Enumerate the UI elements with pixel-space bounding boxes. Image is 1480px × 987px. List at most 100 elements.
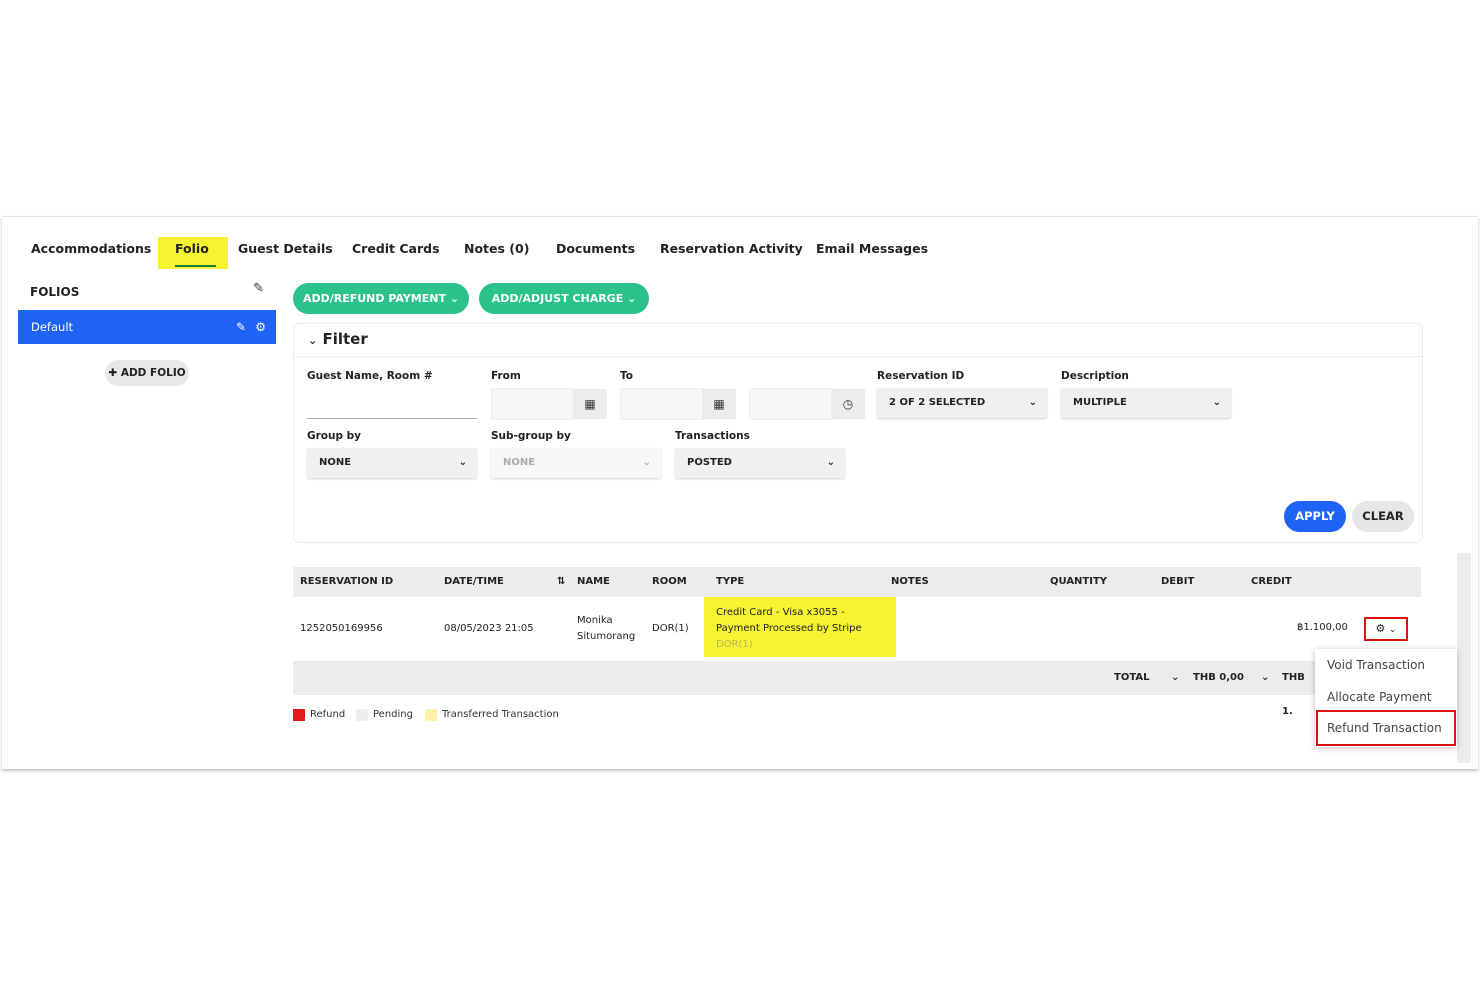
cell-reservation-id: 1252050169956 xyxy=(300,623,383,634)
filter-toggle[interactable]: ⌄ Filter xyxy=(308,330,368,348)
legend-label-refund: Refund xyxy=(310,709,346,720)
active-tab-indicator xyxy=(175,265,216,267)
sort-icon[interactable]: ⇅ xyxy=(557,567,565,597)
apply-button[interactable]: APPLY xyxy=(1284,501,1346,532)
add-refund-payment-label: ADD/REFUND PAYMENT xyxy=(302,292,446,305)
transactions-table-header: RESERVATION ID DATE/TIME ⇅ NAME ROOM TYP… xyxy=(293,567,1421,597)
cell-name-last: Situmorang xyxy=(577,631,636,642)
legend-swatch-refund xyxy=(293,709,305,721)
tab-accommodations[interactable]: Accommodations xyxy=(31,241,151,256)
tab-credit-cards[interactable]: Credit Cards xyxy=(352,241,440,256)
col-debit[interactable]: DEBIT xyxy=(1161,567,1194,597)
transactions-value: POSTED xyxy=(687,457,732,468)
reservation-id-value: 2 OF 2 SELECTED xyxy=(889,397,986,408)
guest-name-label: Guest Name, Room # xyxy=(307,370,433,382)
tab-notes[interactable]: Notes (0) xyxy=(464,241,529,256)
filter-panel: ⌄ Filter Guest Name, Room # From ▦ To ▦ … xyxy=(293,323,1423,543)
description-value: MULTIPLE xyxy=(1073,397,1127,408)
chevron-down-icon: ⌄ xyxy=(1212,397,1221,408)
to-label: To xyxy=(620,370,633,382)
clear-button[interactable]: CLEAR xyxy=(1352,501,1414,532)
guest-name-input[interactable] xyxy=(307,388,477,419)
chevron-down-icon: ⌄ xyxy=(458,457,467,468)
vertical-scrollbar[interactable] xyxy=(1457,553,1471,763)
edit-folio-pencil-icon[interactable]: ✎ xyxy=(236,310,246,344)
tab-folio[interactable]: Folio xyxy=(175,241,209,256)
col-name[interactable]: NAME xyxy=(577,567,610,597)
edit-folios-pencil-icon[interactable]: ✎ xyxy=(253,281,264,296)
legend-label-pending: Pending xyxy=(373,709,413,720)
cell-name-first: Monika xyxy=(577,615,613,626)
gear-icon: ⚙ xyxy=(1375,622,1386,635)
transactions-select[interactable]: POSTED ⌄ xyxy=(675,448,845,478)
to-date-input[interactable] xyxy=(620,388,704,420)
tab-documents[interactable]: Documents xyxy=(556,241,635,256)
totals-row: TOTAL ⌄ THB 0,00 ⌄ THB 1. xyxy=(293,661,1317,717)
add-folio-label: ADD FOLIO xyxy=(120,367,186,379)
add-refund-payment-button[interactable]: ADD/REFUND PAYMENT ⌄ xyxy=(293,283,469,314)
col-quantity[interactable]: QUANTITY xyxy=(1050,567,1107,597)
legend-label-transferred: Transferred Transaction xyxy=(442,709,559,720)
folio-item-default[interactable]: Default ✎ ⚙ xyxy=(18,310,276,344)
row-actions-button[interactable]: ⚙ ⌄ xyxy=(1364,617,1408,641)
tab-guest-details[interactable]: Guest Details xyxy=(238,241,333,256)
chevron-down-icon: ⌄ xyxy=(642,457,651,468)
transactions-label: Transactions xyxy=(675,430,750,442)
col-reservation-id[interactable]: RESERVATION ID xyxy=(300,567,393,597)
from-date-input[interactable] xyxy=(491,388,575,420)
tab-email-messages[interactable]: Email Messages xyxy=(816,241,928,256)
add-folio-button[interactable]: ✚ ADD FOLIO xyxy=(105,360,189,386)
calendar-icon[interactable]: ▦ xyxy=(573,389,607,419)
add-adjust-charge-label: ADD/ADJUST CHARGE xyxy=(491,292,624,305)
row-actions-menu: Void Transaction Allocate Payment Refund… xyxy=(1315,649,1457,747)
reservation-id-label: Reservation ID xyxy=(877,370,965,382)
calendar-icon[interactable]: ▦ xyxy=(702,389,736,419)
legend-swatch-transferred xyxy=(425,709,437,721)
chevron-down-icon[interactable]: ⌄ xyxy=(1171,661,1179,695)
filter-title: Filter xyxy=(322,330,368,348)
folio-item-label: Default xyxy=(31,320,74,334)
subgroup-by-label: Sub-group by xyxy=(491,430,571,442)
chevron-down-icon: ⌄ xyxy=(449,292,460,305)
folio-settings-gear-icon[interactable]: ⚙ xyxy=(255,310,266,344)
total-debit: THB 0,00 xyxy=(1193,672,1244,683)
reservation-id-select[interactable]: 2 OF 2 SELECTED ⌄ xyxy=(877,388,1047,418)
group-by-select[interactable]: NONE ⌄ xyxy=(307,448,477,478)
chevron-down-icon: ⌄ xyxy=(627,292,637,305)
cell-credit: ฿1.100,00 xyxy=(1297,622,1348,633)
description-label: Description xyxy=(1061,370,1129,382)
menu-item-refund-transaction[interactable]: Refund Transaction xyxy=(1327,721,1442,735)
group-by-label: Group by xyxy=(307,430,362,442)
table-row: 1252050169956 08/05/2023 21:05 Monika Si… xyxy=(293,597,1421,659)
col-type[interactable]: TYPE xyxy=(716,567,744,597)
legend-swatch-pending xyxy=(356,709,368,721)
chevron-down-icon: ⌄ xyxy=(1388,625,1397,635)
chevron-down-icon: ⌄ xyxy=(1028,397,1037,408)
col-datetime[interactable]: DATE/TIME xyxy=(444,567,504,597)
to-time-input[interactable] xyxy=(749,388,833,420)
from-label: From xyxy=(491,370,521,382)
chevron-down-icon[interactable]: ⌄ xyxy=(1261,661,1269,695)
col-notes[interactable]: NOTES xyxy=(891,567,929,597)
menu-item-allocate-payment[interactable]: Allocate Payment xyxy=(1327,690,1432,704)
col-credit[interactable]: CREDIT xyxy=(1251,567,1292,597)
cell-room: DOR(1) xyxy=(652,623,689,634)
cell-type-line3: DOR(1) xyxy=(716,639,753,650)
clock-icon[interactable]: ◷ xyxy=(831,389,865,419)
cell-type-line2: Payment Processed by Stripe xyxy=(716,623,862,634)
description-select[interactable]: MULTIPLE ⌄ xyxy=(1061,388,1231,418)
divider xyxy=(294,356,1422,357)
chevron-down-icon: ⌄ xyxy=(826,457,835,468)
folios-title: FOLIOS xyxy=(30,285,80,299)
subgroup-by-value: NONE xyxy=(503,457,536,468)
plus-icon: ✚ xyxy=(108,367,118,379)
cell-type-line1: Credit Card - Visa x3055 - xyxy=(716,607,845,618)
col-room[interactable]: ROOM xyxy=(652,567,687,597)
menu-item-void-transaction[interactable]: Void Transaction xyxy=(1327,658,1425,672)
cell-datetime: 08/05/2023 21:05 xyxy=(444,623,534,634)
add-adjust-charge-button[interactable]: ADD/ADJUST CHARGE ⌄ xyxy=(479,283,649,314)
subgroup-by-select[interactable]: NONE ⌄ xyxy=(491,448,661,478)
tab-reservation-activity[interactable]: Reservation Activity xyxy=(660,241,803,256)
total-label: TOTAL xyxy=(1114,672,1150,683)
chevron-down-icon: ⌄ xyxy=(308,334,318,347)
